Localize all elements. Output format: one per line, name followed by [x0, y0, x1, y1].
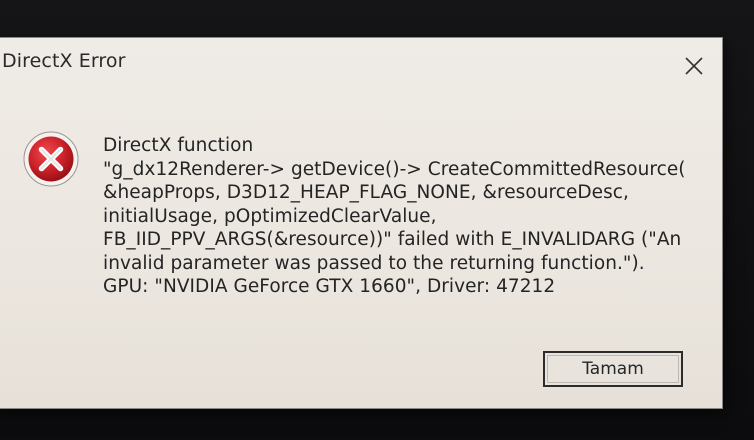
ok-button[interactable]: Tamam — [543, 351, 683, 387]
message-line: FB_IID_PPV_ARGS(&resource))" failed with… — [103, 229, 682, 250]
error-dialog: DirectX Error DirectX function "g_dx12Re… — [0, 38, 722, 408]
message-line: initialUsage, pOptimizedClearValue, — [103, 205, 437, 227]
error-icon — [23, 131, 79, 187]
ok-button-label: Tamam — [582, 359, 644, 379]
message-line: DirectX function — [103, 135, 254, 156]
error-message: DirectX function "g_dx12Renderer-> getDe… — [103, 134, 703, 299]
window-title: DirectX Error — [2, 50, 126, 72]
close-button[interactable] — [674, 46, 714, 86]
message-line: GPU: "NVIDIA GeForce GTX 1660", Driver: … — [103, 276, 556, 297]
message-line: &heapProps, D3D12_HEAP_FLAG_NONE, &resou… — [103, 182, 629, 203]
close-icon — [685, 57, 703, 75]
title-bar: DirectX Error — [0, 38, 722, 86]
message-line: invalid parameter was passed to the retu… — [103, 252, 645, 274]
message-line: "g_dx12Renderer-> getDevice()-> CreateCo… — [103, 158, 686, 180]
monitor-background: DirectX Error DirectX function "g_dx12Re… — [0, 0, 754, 440]
